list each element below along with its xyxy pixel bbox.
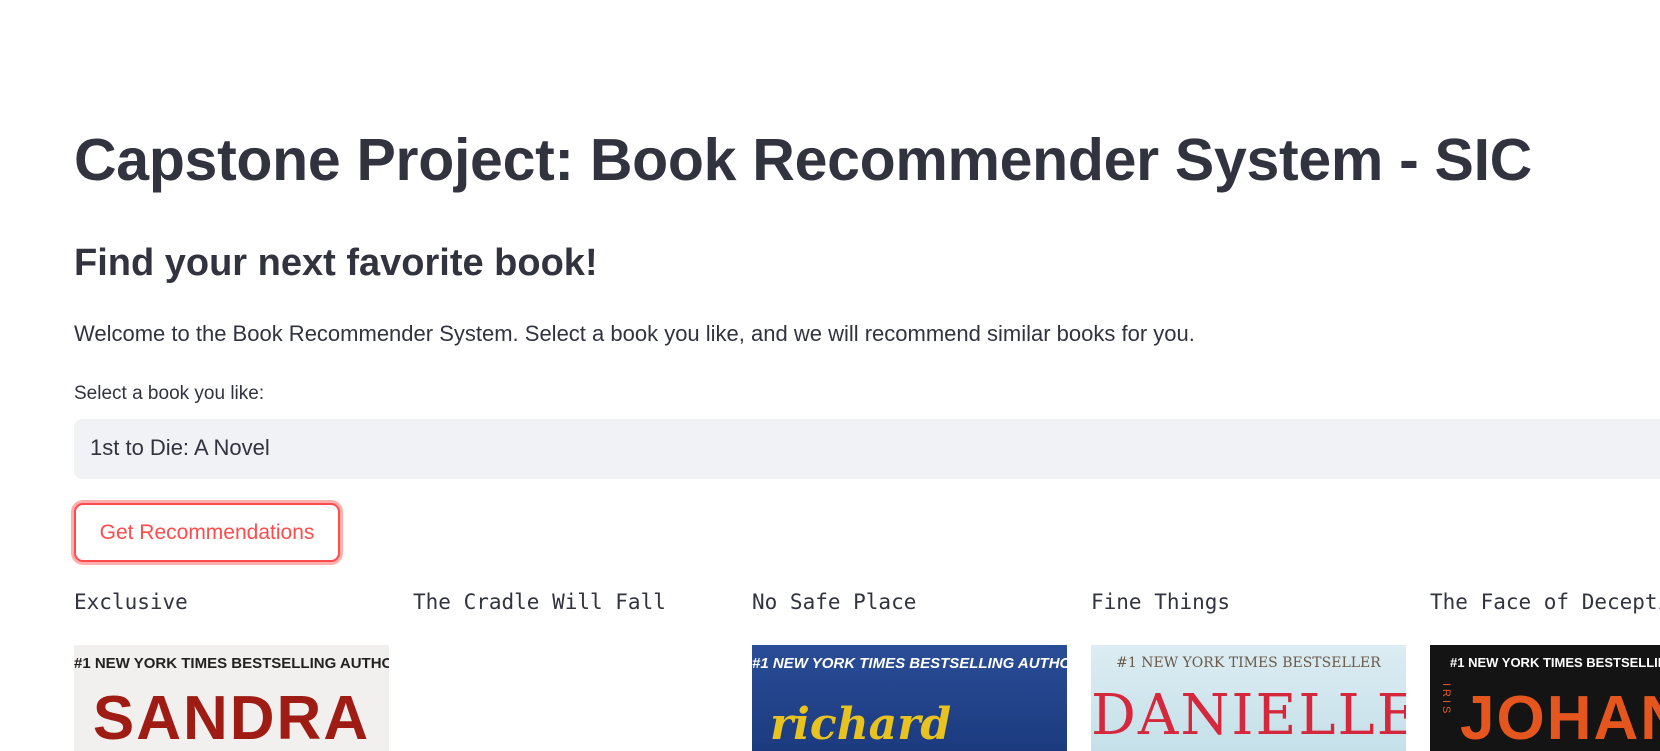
book-title: No Safe Place — [752, 590, 917, 614]
book-cover-image: #1 NEW YORK TIMES BESTSELLER DANIELLE — [1091, 645, 1406, 751]
recommendation-card: The Cradle Will Fall — [413, 590, 728, 751]
page-title: Capstone Project: Book Recommender Syste… — [74, 127, 1532, 193]
cover-side-text: IRIS — [1440, 683, 1452, 717]
recommendation-card: Fine Things #1 NEW YORK TIMES BESTSELLER… — [1091, 590, 1406, 751]
cover-tagline: #1 NEW YORK TIMES BESTSELLER — [1116, 655, 1381, 671]
recommendation-card: The Face of Deception #1 NEW YORK TIMES … — [1430, 590, 1660, 751]
get-recommendations-button[interactable]: Get Recommendations — [74, 503, 340, 562]
book-title: The Cradle Will Fall — [413, 590, 666, 614]
cover-tagline: #1 NEW YORK TIMES BESTSELLING — [1450, 655, 1660, 670]
book-select-label: Select a book you like: — [74, 383, 265, 404]
recommendations-row: Exclusive #1 NEW YORK TIMES BESTSELLING … — [74, 590, 1660, 751]
cover-name: richard — [770, 699, 952, 750]
book-select-value: 1st to Die: A Novel — [90, 435, 270, 460]
book-title: Exclusive — [74, 590, 188, 614]
book-select[interactable]: 1st to Die: A Novel — [74, 419, 1660, 479]
book-cover-image: #1 NEW YORK TIMES BESTSELLING AUTHOR ric… — [752, 645, 1067, 751]
recommendation-card: No Safe Place #1 NEW YORK TIMES BESTSELL… — [752, 590, 1067, 751]
book-title: Fine Things — [1091, 590, 1231, 614]
welcome-text: Welcome to the Book Recommender System. … — [74, 321, 1195, 346]
page-subtitle: Find your next favorite book! — [74, 242, 598, 284]
book-cover-image: #1 NEW YORK TIMES BESTSELLING AUTHOR SAN… — [74, 645, 389, 751]
cover-tagline: #1 NEW YORK TIMES BESTSELLING AUTHOR — [74, 655, 389, 672]
recommendation-card: Exclusive #1 NEW YORK TIMES BESTSELLING … — [74, 590, 389, 751]
cover-tagline: #1 NEW YORK TIMES BESTSELLING AUTHOR — [752, 655, 1067, 672]
cover-name: JOHANSEN — [1460, 684, 1660, 751]
book-cover-image: #1 NEW YORK TIMES BESTSELLING IRIS JOHAN… — [1430, 645, 1660, 751]
main-container: Capstone Project: Book Recommender Syste… — [74, 0, 1660, 751]
cover-name: SANDRA — [92, 684, 371, 751]
cover-name: DANIELLE — [1091, 683, 1406, 748]
book-title: The Face of Deception — [1430, 590, 1660, 614]
